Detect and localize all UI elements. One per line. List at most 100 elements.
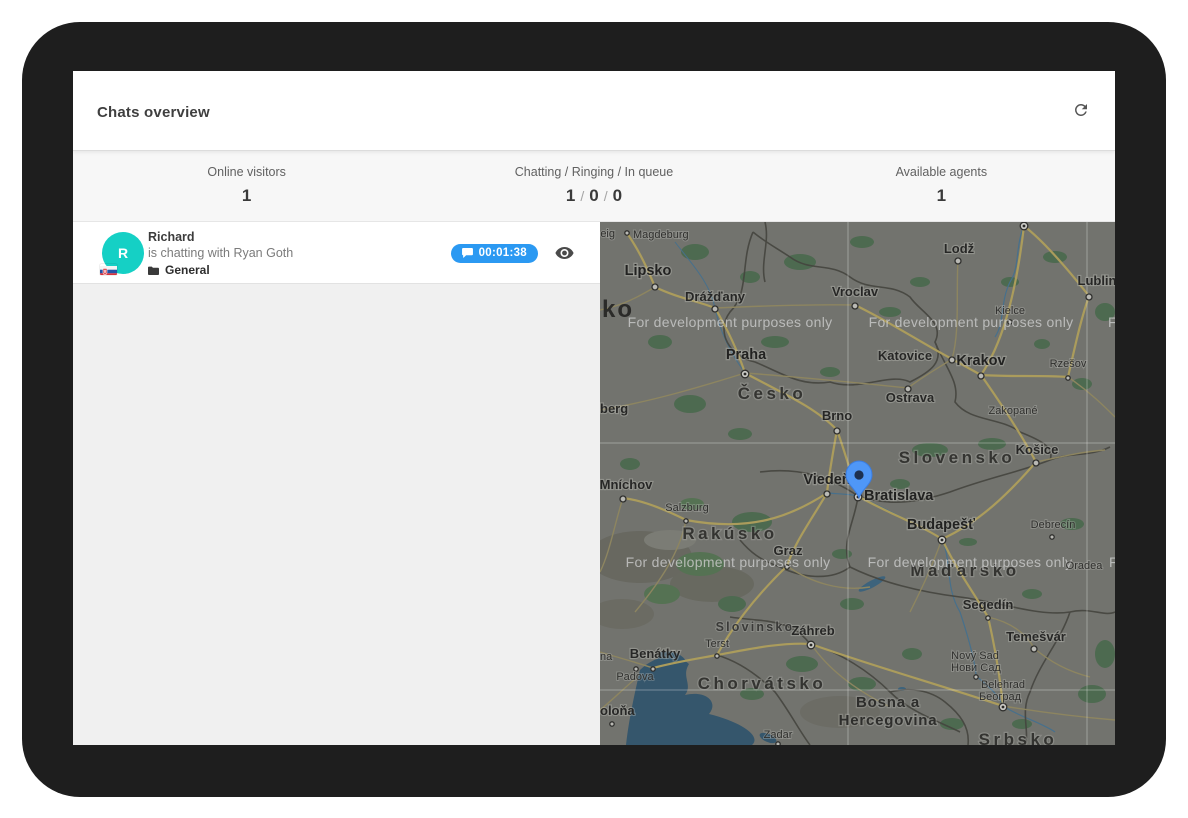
- map-label: Praha: [726, 347, 767, 363]
- map-label: Benátky: [630, 646, 681, 661]
- map-label: Katovice: [878, 348, 932, 363]
- eye-icon: [555, 247, 574, 259]
- map-label: Brno: [822, 408, 852, 423]
- map-label: Bratislava: [864, 488, 934, 504]
- map-watermark: For development purposes only: [626, 554, 831, 570]
- view-chat-button[interactable]: [555, 247, 574, 259]
- map-city-dot: [938, 536, 946, 544]
- map-label: Lublin: [1078, 273, 1116, 288]
- map-label: Drážďany: [685, 289, 746, 304]
- map-label: Chorvátsko: [698, 674, 827, 693]
- stat-online-visitors: Online visitors 1: [73, 151, 420, 221]
- chat-timer-badge: 00:01:38: [451, 244, 538, 263]
- visitor-name: Richard: [148, 229, 293, 245]
- map-city-dot: [625, 231, 629, 235]
- map-label: berg: [600, 401, 628, 416]
- folder-icon: [148, 266, 159, 275]
- page-title: Chats overview: [97, 104, 210, 121]
- stat-available-agents: Available agents 1: [768, 151, 1115, 221]
- map-label: Oradea: [1066, 560, 1104, 572]
- map-label: Salzburg: [665, 502, 708, 514]
- map-city-dot: [955, 258, 961, 264]
- map-city-dot: [712, 306, 718, 312]
- map-label: Rakúsko: [682, 524, 777, 543]
- map-label: Magdeburg: [633, 229, 689, 241]
- map-label: Česko: [738, 384, 807, 403]
- map-label: Hercegovina: [839, 712, 938, 729]
- visitor-status: is chatting with Ryan Goth: [148, 245, 293, 261]
- map-city-dot: [1086, 294, 1092, 300]
- map-city-dot: [1031, 646, 1037, 652]
- map-label: Záhreb: [791, 623, 834, 638]
- map-label: Београд: [979, 691, 1022, 703]
- map-city-dot: [807, 641, 815, 649]
- map-city-dot: [620, 496, 626, 502]
- map-watermark: For development purposes only: [628, 314, 833, 330]
- map-label: Srbsko: [979, 730, 1058, 745]
- app-window: Chats overview Online visitors 1 Chattin…: [73, 71, 1115, 745]
- map-label: Zakopané: [989, 405, 1038, 417]
- map-city-dot: [741, 370, 749, 378]
- map-city-dot: [715, 654, 719, 658]
- header: Chats overview: [73, 71, 1115, 151]
- map-label: Košice: [1016, 442, 1059, 457]
- stat-label: Online visitors: [73, 165, 420, 179]
- map-label: Vroclav: [832, 284, 879, 299]
- visitors-map[interactable]: eigMagdeburgLipskokoDrážďanyVroclavLodžL…: [600, 222, 1115, 745]
- map-city-dot: [986, 616, 990, 620]
- map-city-dot: [1066, 376, 1070, 380]
- map-watermark: For development purposes only: [869, 314, 1074, 330]
- map-label: Slovinsko: [716, 620, 795, 634]
- chat-timer: 00:01:38: [479, 247, 527, 259]
- map-canvas: eigMagdeburgLipskokoDrážďanyVroclavLodžL…: [600, 222, 1115, 745]
- map-city-dot: [852, 303, 858, 309]
- stat-chatting-ringing-queue: Chatting / Ringing / In queue 1/0/0: [420, 151, 767, 221]
- department-label: General: [165, 263, 210, 277]
- map-label: Lipsko: [625, 263, 672, 279]
- map-watermark: F: [1108, 314, 1115, 330]
- map-label: Bosna a: [856, 694, 920, 711]
- department-row: General: [148, 263, 293, 277]
- map-label: Budapešť: [907, 517, 975, 533]
- map-label: Mníchov: [600, 477, 653, 492]
- row-controls: 00:01:38: [451, 222, 574, 284]
- map-label: Slovensko: [899, 448, 1016, 467]
- map-city-dot: [610, 722, 614, 726]
- stat-value: 1: [768, 186, 1115, 206]
- map-city-dot: [834, 428, 840, 434]
- map-city-dot: [824, 491, 830, 497]
- map-label: oloňa: [600, 703, 635, 718]
- map-label: Segedín: [963, 597, 1014, 612]
- map-watermark: F: [1109, 554, 1115, 570]
- map-city-dot: [999, 703, 1007, 711]
- map-city-dot: [949, 357, 955, 363]
- map-label: Viedeň: [803, 472, 850, 488]
- map-label: na: [600, 651, 613, 663]
- map-label: eig: [600, 228, 615, 240]
- map-city-dot: [974, 675, 978, 679]
- map-label: Zadar: [764, 729, 793, 741]
- map-label: Padova: [616, 671, 654, 683]
- map-label: Terst: [705, 638, 729, 650]
- stat-value: 1/0/0: [420, 186, 767, 206]
- chat-list-item[interactable]: R Richard is chatting with Ryan Goth: [73, 222, 600, 284]
- map-label: Debrecín: [1031, 519, 1076, 531]
- refresh-button[interactable]: [1065, 95, 1097, 127]
- stat-value: 1: [73, 186, 420, 206]
- map-city-dot: [1050, 535, 1054, 539]
- chat-texts: Richard is chatting with Ryan Goth Gener…: [148, 229, 293, 277]
- map-label: Ostrava: [886, 390, 935, 405]
- map-city-dot: [776, 742, 780, 745]
- map-city-dot: [1033, 460, 1039, 466]
- map-label: Rzešov: [1050, 358, 1087, 370]
- refresh-icon: [1072, 101, 1090, 119]
- map-city-dot: [684, 519, 688, 523]
- main-content: R Richard is chatting with Ryan Goth: [73, 222, 1115, 745]
- stat-label: Chatting / Ringing / In queue: [420, 165, 767, 179]
- map-label: Nový Sad: [951, 650, 999, 662]
- device-frame: Chats overview Online visitors 1 Chattin…: [22, 22, 1166, 797]
- chat-list-panel: R Richard is chatting with Ryan Goth: [73, 222, 600, 745]
- map-label: Krakov: [956, 353, 1005, 369]
- chat-bubble-icon: [462, 248, 473, 258]
- map-label: Temešvár: [1006, 629, 1066, 644]
